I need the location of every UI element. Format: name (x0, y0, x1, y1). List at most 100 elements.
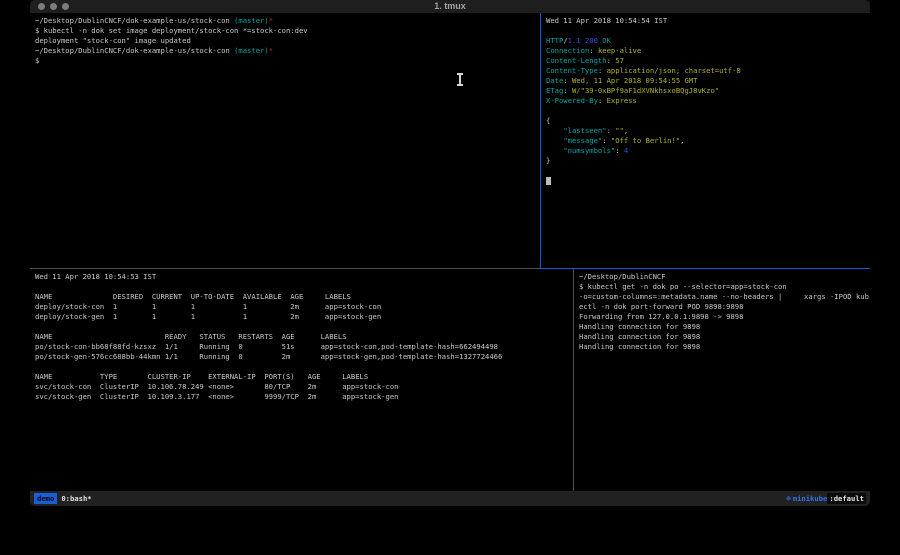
terminal-text-segment: 1.1 200 (568, 36, 598, 45)
terminal-text-segment: , (680, 136, 684, 145)
terminal-text-segment: ~/Desktop/DublinCNCF/dok-example-us/stoc… (35, 16, 234, 25)
terminal-line: Content-Type: application/json; charset=… (546, 66, 870, 76)
terminal-line (35, 282, 573, 292)
terminal-line: Handling connection for 9898 (579, 322, 870, 332)
terminal-line (546, 166, 870, 176)
terminal-line (35, 322, 573, 332)
terminal-text-segment: (master) (234, 16, 269, 25)
terminal-text-segment: , (624, 126, 628, 135)
terminal-line: } (546, 156, 870, 166)
terminal-line (35, 362, 573, 372)
terminal-text-segment: W/"39-0xBPf9aF1dXVNkhsxoBQgJ8vKzo" (572, 86, 719, 95)
terminal-text-segment: "Off to Berlin!" (611, 136, 680, 145)
kube-context-label: minikube (793, 494, 828, 503)
terminal-window: 1. tmux ~/Desktop/DublinCNCF/dok-example… (30, 0, 870, 506)
terminal-text-segment: { (546, 116, 550, 125)
terminal-line: Wed 11 Apr 2018 10:54:53 IST (35, 272, 573, 282)
terminal-text-segment: "message" (563, 136, 602, 145)
pane-http-response[interactable]: Wed 11 Apr 2018 10:54:54 IST HTTP/1.1 200… (541, 13, 870, 268)
terminal-text-segment: Wed 11 Apr 2018 10:54:54 IST (546, 16, 667, 25)
terminal-text-segment: NAME READY STATUS RESTARTS AGE LABELS (35, 332, 347, 341)
terminal-text-segment: : (615, 146, 624, 155)
window-titlebar[interactable]: 1. tmux (30, 0, 870, 13)
terminal-text-segment: keep-alive (598, 46, 641, 55)
terminal-line: svc/stock-gen ClusterIP 10.109.3.177 <no… (35, 392, 573, 402)
terminal-line: Date: Wed, 11 Apr 2018 09:54:55 GMT (546, 76, 870, 86)
terminal-text-segment: application/json; charset=utf-8 (607, 66, 741, 75)
terminal-text-segment: ectl -n dok port-forward POD 9898:9898 (579, 302, 743, 311)
terminal-line: "numsymbols": 4 (546, 146, 870, 156)
terminal-text-segment (546, 146, 563, 155)
terminal-text-segment: ~/Desktop/DublinCNCF/dok-example-us/stoc… (35, 46, 234, 55)
session-name-chip[interactable]: demo (34, 493, 57, 504)
window-title: 1. tmux (30, 1, 870, 11)
terminal-text-segment: : (598, 66, 607, 75)
terminal-line: $ kubectl -n dok set image deployment/st… (35, 26, 540, 36)
terminal-text-segment: ~/Desktop/DublinCNCF (579, 272, 666, 281)
terminal-text-segment: Handling connection for 9898 (579, 322, 700, 331)
terminal-text-segment: NAME DESIRED CURRENT UP-TO-DATE AVAILABL… (35, 292, 351, 301)
terminal-line: $ kubectl get -n dok po --selector=app=s… (579, 282, 870, 292)
terminal-line: po/stock-gen-576cc688bb-44kmn 1/1 Runnin… (35, 352, 573, 362)
terminal-line: "lastseen": "", (546, 126, 870, 136)
terminal-line: Content-Length: 57 (546, 56, 870, 66)
terminal-text-segment: Handling connection for 9898 (579, 342, 700, 351)
kube-namespace-label: :default (827, 493, 866, 504)
terminal-line: $ (35, 56, 540, 66)
terminal-text-segment: * (269, 46, 273, 55)
terminal-text-segment: "" (615, 126, 624, 135)
terminal-text-segment: ETag (546, 86, 563, 95)
terminal-line (546, 106, 870, 116)
mouse-ibeam-cursor (459, 74, 461, 85)
terminal-text-segment: deploy/stock-con 1 1 1 1 2m app=stock-co… (35, 302, 381, 311)
terminal-line: deploy/stock-gen 1 1 1 1 2m app=stock-ge… (35, 312, 573, 322)
tmux-session: ~/Desktop/DublinCNCF/dok-example-us/stoc… (30, 13, 870, 491)
terminal-text-segment: Content-Type (546, 66, 598, 75)
terminal-line: HTTP/1.1 200 OK (546, 36, 870, 46)
terminal-line: Handling connection for 9898 (579, 342, 870, 352)
terminal-text-segment: deployment "stock-con" image updated (35, 36, 191, 45)
pane-shell-top-left[interactable]: ~/Desktop/DublinCNCF/dok-example-us/stoc… (30, 13, 540, 268)
terminal-text-segment: Content-Length (546, 56, 607, 65)
pane-divider-horizontal-left[interactable] (30, 268, 540, 269)
terminal-text-segment: Express (607, 96, 637, 105)
pane-port-forward[interactable]: ~/Desktop/DublinCNCF$ kubectl get -n dok… (574, 269, 870, 491)
terminal-text-segment: "numsymbols" (563, 146, 615, 155)
terminal-text-segment: svc/stock-con ClusterIP 10.106.78.249 <n… (35, 382, 399, 391)
pane-kubectl-watch[interactable]: Wed 11 Apr 2018 10:54:53 IST NAME DESIRED… (30, 269, 573, 491)
terminal-text-segment: Wed 11 Apr 2018 10:54:53 IST (35, 272, 156, 281)
terminal-line: Wed 11 Apr 2018 10:54:54 IST (546, 16, 870, 26)
terminal-line: ectl -n dok port-forward POD 9898:9898 (579, 302, 870, 312)
terminal-text-segment: * (269, 16, 273, 25)
terminal-text-segment: : (563, 86, 572, 95)
terminal-line: ~/Desktop/DublinCNCF/dok-example-us/stoc… (35, 16, 540, 26)
terminal-text-segment: svc/stock-gen ClusterIP 10.109.3.177 <no… (35, 392, 399, 401)
terminal-line: NAME READY STATUS RESTARTS AGE LABELS (35, 332, 573, 342)
pane-divider-vertical-top[interactable] (540, 13, 541, 268)
terminal-line: { (546, 116, 870, 126)
terminal-text-segment: : (563, 76, 572, 85)
terminal-text-segment: -o=custom-columns=:metadata.name --no-he… (579, 292, 869, 301)
terminal-text-segment: OK (602, 36, 611, 45)
terminal-text-segment: Handling connection for 9898 (579, 332, 700, 341)
pane-divider-vertical-bottom[interactable] (573, 269, 574, 491)
terminal-text-segment: NAME TYPE CLUSTER-IP EXTERNAL-IP PORT(S)… (35, 372, 368, 381)
terminal-text-segment: "lastseen" (563, 126, 606, 135)
terminal-line: ~/Desktop/DublinCNCF/dok-example-us/stoc… (35, 46, 540, 56)
terminal-text-segment: (master) (234, 46, 269, 55)
terminal-text-segment: 57 (615, 56, 624, 65)
terminal-line (546, 26, 870, 36)
terminal-text-segment (546, 136, 563, 145)
terminal-text-segment: : (598, 96, 607, 105)
terminal-line: Handling connection for 9898 (579, 332, 870, 342)
window-tab-bash[interactable]: 0:bash* (61, 494, 91, 503)
pane-divider-horizontal-right-active[interactable] (540, 268, 870, 269)
terminal-text-segment: Connection (546, 46, 589, 55)
terminal-line: deploy/stock-con 1 1 1 1 2m app=stock-co… (35, 302, 573, 312)
terminal-text-segment: $ (35, 56, 39, 65)
terminal-text-segment: $ kubectl -n dok set image deployment/st… (35, 26, 308, 35)
terminal-text-segment: } (546, 156, 550, 165)
terminal-text-segment: deploy/stock-gen 1 1 1 1 2m app=stock-ge… (35, 312, 381, 321)
terminal-line: X-Powered-By: Express (546, 96, 870, 106)
terminal-text-segment: po/stock-con-bb68f88fd-kzsxz 1/1 Running… (35, 342, 498, 351)
